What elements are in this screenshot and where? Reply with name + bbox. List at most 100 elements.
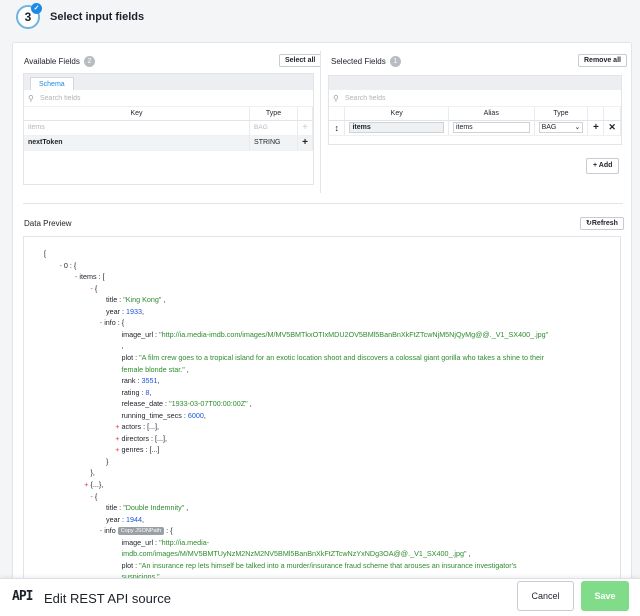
table-row: ↕ items items BAG ⌄ + ✕ xyxy=(329,120,621,136)
available-search-input[interactable] xyxy=(40,94,240,102)
selected-search-input[interactable] xyxy=(345,94,545,102)
json-preview[interactable]: [- 0 : {- items : [- {title : "King Kong… xyxy=(23,236,621,581)
json-token: { xyxy=(94,491,98,501)
json-line: year : 1933, xyxy=(106,307,144,316)
json-token: 3551 xyxy=(141,376,158,386)
column-header-handle xyxy=(329,107,346,121)
remove-all-button[interactable]: Remove all xyxy=(578,54,627,67)
section-divider xyxy=(23,203,623,204)
json-token: "King Kong" xyxy=(123,295,162,305)
save-button[interactable]: Save xyxy=(581,581,629,611)
json-token: "An insurance rep lets himself be talked… xyxy=(139,560,517,570)
json-token: , xyxy=(203,410,206,420)
json-token: release_date : xyxy=(121,399,170,409)
json-token: year : xyxy=(106,514,126,524)
json-line: + genres : [...] xyxy=(115,445,159,454)
field-alias-input[interactable]: items xyxy=(452,122,530,133)
json-token: , xyxy=(121,341,124,351)
search-icon: ⚲ xyxy=(333,93,339,103)
add-field-icon: + xyxy=(297,120,314,136)
api-logo: API xyxy=(12,589,34,604)
column-header-key: Key xyxy=(344,107,449,121)
cancel-button[interactable]: Cancel xyxy=(517,581,574,611)
refresh-button[interactable]: ↻Refresh xyxy=(580,217,624,230)
add-field-label: Add xyxy=(598,162,613,169)
table-row: items BAG + xyxy=(24,120,314,136)
step-header: 3 ✓ Select input fields xyxy=(16,3,145,30)
json-token: , xyxy=(161,295,166,305)
column-header-key: Key xyxy=(24,107,251,121)
json-line: title : "King Kong" , xyxy=(106,295,165,304)
json-line: - info : { xyxy=(100,318,124,327)
json-token: plot : xyxy=(121,560,140,570)
column-header-alias: Alias xyxy=(448,107,535,121)
fields-card: Available Fields 2 Select all Schema ⚲ K… xyxy=(12,42,632,581)
json-token: 6000 xyxy=(187,410,204,420)
field-key: nextToken xyxy=(24,135,251,151)
json-token: "http://ia.media-imdb.com/images/M/MV5BM… xyxy=(159,329,549,339)
json-token: { xyxy=(94,283,98,293)
json-token: info : { xyxy=(104,318,125,328)
drag-handle-icon[interactable]: ↕ xyxy=(329,120,346,136)
json-line: imdb.com/images/M/MV5BMTUyNzM2NzM2NV5BMl… xyxy=(122,549,471,558)
footer-title: Edit REST API source xyxy=(44,591,171,606)
column-header-type: Type xyxy=(249,107,298,121)
json-token: , xyxy=(184,503,189,513)
footer-bar: API Edit REST API source Cancel Save xyxy=(0,578,640,616)
add-field-icon[interactable]: + xyxy=(297,135,314,151)
table-row[interactable]: nextToken STRING + xyxy=(24,135,314,151)
json-token: , xyxy=(149,387,152,397)
data-preview-header: Data Preview xyxy=(24,219,72,228)
available-fields-table: Key Type items BAG + nextToken STRING + xyxy=(24,107,314,151)
available-fields-label: Available Fields xyxy=(24,57,80,66)
json-line: - { xyxy=(91,492,98,501)
selected-fields-table: Key Alias Type ↕ items items BAG ⌄ + ✕ xyxy=(329,107,621,136)
panel-divider xyxy=(320,51,321,193)
add-field-button[interactable]: + Add xyxy=(586,158,620,174)
json-token: directors : [...], xyxy=(121,433,168,443)
json-line: }, xyxy=(91,468,95,477)
json-token: title : xyxy=(106,295,124,305)
field-key: items xyxy=(24,120,251,136)
json-token: , xyxy=(141,514,144,524)
json-token: year : xyxy=(106,306,126,316)
json-token: "http://ia.media- xyxy=(159,537,210,547)
json-line: rating : 8, xyxy=(122,388,152,397)
step-title: Select input fields xyxy=(50,11,145,23)
tab-schema[interactable]: Schema xyxy=(30,77,74,90)
json-token: 1944 xyxy=(125,514,142,524)
json-line: year : 1944, xyxy=(106,515,144,524)
json-line: release_date : "1933-03-07T00:00:00Z" , xyxy=(122,399,252,408)
select-all-button[interactable]: Select all xyxy=(279,54,322,67)
json-token: , xyxy=(247,399,252,409)
refresh-label: Refresh xyxy=(591,220,618,227)
json-token: female blonde star." xyxy=(121,364,185,374)
json-line: image_url : "http://ia.media- xyxy=(122,538,210,547)
json-token: {...}, xyxy=(90,480,104,489)
field-type-select[interactable]: BAG ⌄ xyxy=(538,122,584,133)
json-token: [ xyxy=(44,249,46,258)
copy-jsonpath-tag[interactable]: Copy JSONPath xyxy=(117,527,165,536)
column-header-remove xyxy=(603,107,621,121)
field-type: BAG xyxy=(249,120,298,136)
json-token: : { xyxy=(164,526,173,536)
selected-fields-panel: ⚲ Key Alias Type ↕ xyxy=(328,75,622,145)
close-icon[interactable]: ✕ xyxy=(603,120,621,136)
json-line: + directors : [...], xyxy=(115,434,167,443)
json-token: actors : [...], xyxy=(121,422,160,432)
json-line: [ xyxy=(44,249,46,258)
page: 3 ✓ Select input fields Available Fields… xyxy=(0,0,640,581)
json-token: 0 : { xyxy=(63,260,77,270)
step-number: 3 xyxy=(24,10,32,24)
data-preview-label: Data Preview xyxy=(24,219,72,228)
add-nested-icon[interactable]: + xyxy=(587,120,605,136)
schema-tabbar: Schema xyxy=(24,74,313,90)
json-line: - 0 : { xyxy=(60,261,77,270)
json-line: plot : "An insurance rep lets himself be… xyxy=(122,561,517,570)
json-line: image_url : "http://ia.media-imdb.com/im… xyxy=(122,330,549,339)
json-token: "A film crew goes to a tropical island f… xyxy=(139,352,544,362)
json-line: - { xyxy=(91,284,98,293)
json-token: , xyxy=(184,364,189,374)
json-token: imdb.com/images/M/MV5BMTUyNzM2NzM2NV5BMl… xyxy=(121,549,467,559)
json-line: - info Copy JSONPath : { xyxy=(100,526,173,536)
